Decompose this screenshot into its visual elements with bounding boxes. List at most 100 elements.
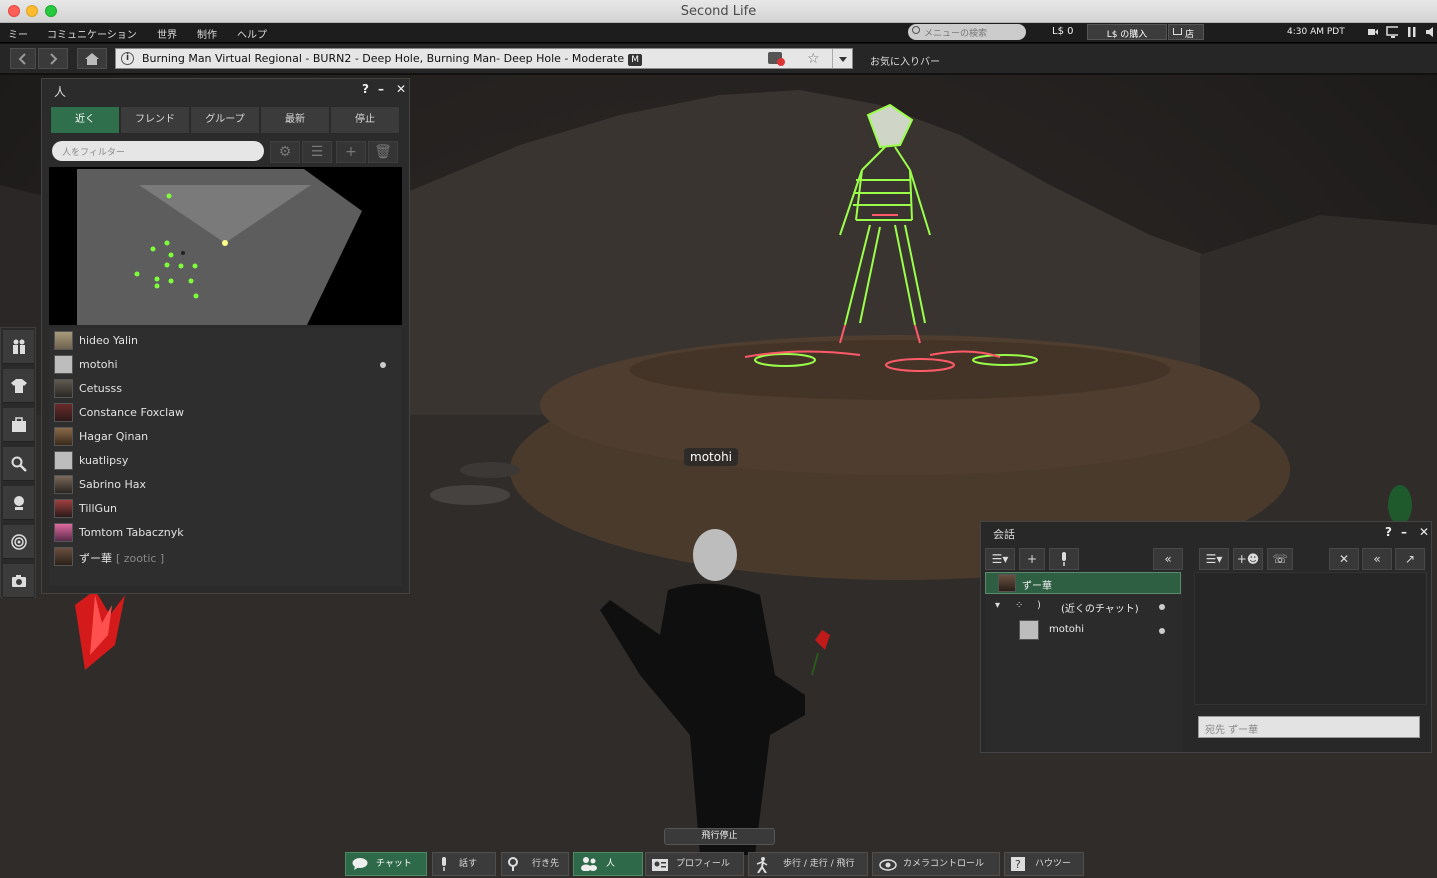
list-item[interactable]: motohi (49, 352, 402, 376)
minimap-graphic (77, 169, 362, 325)
expand-icon[interactable]: ▾ (995, 600, 1000, 611)
volume-icon[interactable] (1425, 26, 1437, 38)
avatar-nametag[interactable]: motohi (684, 448, 739, 466)
search-toolbar-button[interactable] (3, 447, 34, 481)
chat-options-button[interactable]: ☰▾ (1199, 548, 1229, 570)
chat-input[interactable]: 宛先 ずー華 (1198, 716, 1420, 738)
back-button[interactable] (10, 48, 36, 69)
voice-button[interactable] (1049, 548, 1079, 570)
location-dropdown-button[interactable] (832, 49, 853, 68)
close-icon[interactable]: ✕ (1419, 525, 1429, 539)
speak-button[interactable]: 話す (432, 852, 496, 876)
places-toolbar-button[interactable] (3, 486, 34, 520)
gear-menu-button[interactable]: ⚙ (270, 141, 300, 163)
collapse-chat-button[interactable]: « (1362, 548, 1392, 570)
avatar (1019, 620, 1039, 640)
view-sort-button[interactable]: ☰ (302, 141, 332, 163)
tab-blocked[interactable]: 停止 (330, 106, 400, 134)
people-icon (581, 857, 597, 871)
people-toolbar-button[interactable] (3, 330, 34, 364)
walking-icon (756, 857, 768, 873)
people-filter-input[interactable]: 人をフィルター (52, 141, 264, 161)
people-panel-header[interactable]: 人 ? – ✕ (42, 79, 409, 101)
appearance-toolbar-button[interactable] (3, 369, 34, 403)
menu-world[interactable]: 世界 (157, 26, 177, 41)
minimize-icon[interactable]: – (1401, 525, 1407, 539)
conversations-title: 会話 (993, 528, 1015, 541)
profile-button[interactable]: プロフィール (645, 852, 744, 876)
tab-recent[interactable]: 最新 (260, 106, 330, 134)
no-scripts-icon (768, 52, 785, 66)
menu-search-input[interactable]: メニューの検索 (908, 24, 1026, 40)
close-conversation-button[interactable]: ✕ (1329, 548, 1359, 570)
people-button[interactable]: 人 (573, 852, 643, 876)
person-name: Tomtom Tabacznyk (79, 526, 184, 539)
menu-help[interactable]: ヘルプ (237, 26, 267, 41)
voice-status-icon (380, 362, 386, 368)
list-item[interactable]: hideo Yalin (49, 328, 402, 352)
phone-icon: ☏ (1272, 552, 1288, 566)
list-item[interactable]: ずー華[ zootic ] (49, 544, 402, 568)
list-item[interactable]: TillGun (49, 496, 402, 520)
pause-icon[interactable] (1407, 26, 1419, 38)
list-item[interactable]: Cetusss (49, 376, 402, 400)
conversation-item[interactable]: ▾ ⁘ ) (近くのチャット) (985, 596, 1181, 618)
list-item[interactable]: Tomtom Tabacznyk (49, 520, 402, 544)
destinations-button[interactable]: 行き先 (501, 852, 569, 876)
person-name: Constance Foxclaw (79, 406, 184, 419)
shirt-icon (11, 379, 27, 393)
close-icon[interactable]: ✕ (396, 82, 406, 96)
conversation-item[interactable]: ずー華 (985, 572, 1181, 594)
list-item[interactable]: Hagar Qinan (49, 424, 402, 448)
conversation-item[interactable]: motohi (985, 620, 1181, 642)
help-icon[interactable]: ? (1385, 525, 1392, 539)
list-item[interactable]: Sabrino Hax (49, 472, 402, 496)
tab-friends[interactable]: フレンド (120, 106, 190, 134)
nearby-minimap[interactable] (49, 167, 402, 325)
list-item[interactable]: Constance Foxclaw (49, 400, 402, 424)
tab-nearby[interactable]: 近く (50, 106, 120, 134)
conversation-options-button[interactable]: ☰▾ (985, 548, 1015, 570)
tear-off-button[interactable]: ↗ (1395, 548, 1425, 570)
menu-me[interactable]: ミー (8, 26, 28, 41)
move-button[interactable]: 歩行 / 走行 / 飛行 (748, 852, 868, 876)
radar-icon (11, 534, 27, 550)
camera-controls-button[interactable]: カメラコントロール (872, 852, 1000, 876)
destinations-toolbar-button[interactable] (3, 525, 34, 559)
person-name: Sabrino Hax (79, 478, 147, 491)
call-button[interactable]: ☏ (1267, 548, 1293, 570)
bottom-toolbar: チャット 話す 行き先 人 プロフィール 歩行 / 走行 / 飛行 カメラコント… (345, 852, 1090, 876)
shop-button[interactable]: 店 (1168, 24, 1204, 40)
add-friend-button[interactable]: + (336, 141, 366, 163)
home-button[interactable] (77, 48, 107, 69)
collapse-list-button[interactable]: « (1153, 548, 1183, 570)
stop-flying-button[interactable]: 飛行停止 (664, 828, 775, 845)
info-icon[interactable]: i (121, 52, 134, 65)
minimize-icon[interactable]: – (378, 82, 384, 96)
avatar (54, 475, 73, 494)
media-icon[interactable] (1367, 26, 1379, 38)
add-participant-button[interactable]: +☻ (1233, 548, 1263, 570)
remove-button[interactable]: 🗑 (368, 141, 398, 163)
list-item[interactable]: kuatlipsy (49, 448, 402, 472)
forward-button[interactable] (38, 48, 68, 69)
chat-button[interactable]: チャット (345, 852, 427, 876)
monitor-icon[interactable] (1386, 26, 1398, 38)
snapshot-toolbar-button[interactable] (3, 564, 34, 598)
star-icon[interactable]: ☆ (807, 51, 820, 67)
buy-linden-button[interactable]: L$ の購入 (1087, 24, 1167, 40)
conversation-label: motohi (1049, 624, 1085, 635)
help-icon[interactable]: ? (362, 82, 369, 96)
inventory-toolbar-button[interactable] (3, 408, 34, 442)
voice-icon: ) (1037, 600, 1041, 611)
new-conversation-button[interactable]: + (1019, 548, 1045, 570)
tab-groups[interactable]: グループ (190, 106, 260, 134)
menu-build[interactable]: 制作 (197, 26, 217, 41)
howto-button[interactable]: ? ハウツー (1004, 852, 1084, 876)
location-input[interactable]: i Burning Man Virtual Regional - BURN2 -… (115, 48, 853, 69)
menu-communicate[interactable]: コミュニケーション (47, 26, 137, 41)
avatar (998, 574, 1016, 592)
people-tabs: 近く フレンド グループ 最新 停止 (50, 106, 400, 134)
add-person-icon: +☻ (1236, 552, 1260, 566)
plus-icon: + (345, 144, 357, 160)
